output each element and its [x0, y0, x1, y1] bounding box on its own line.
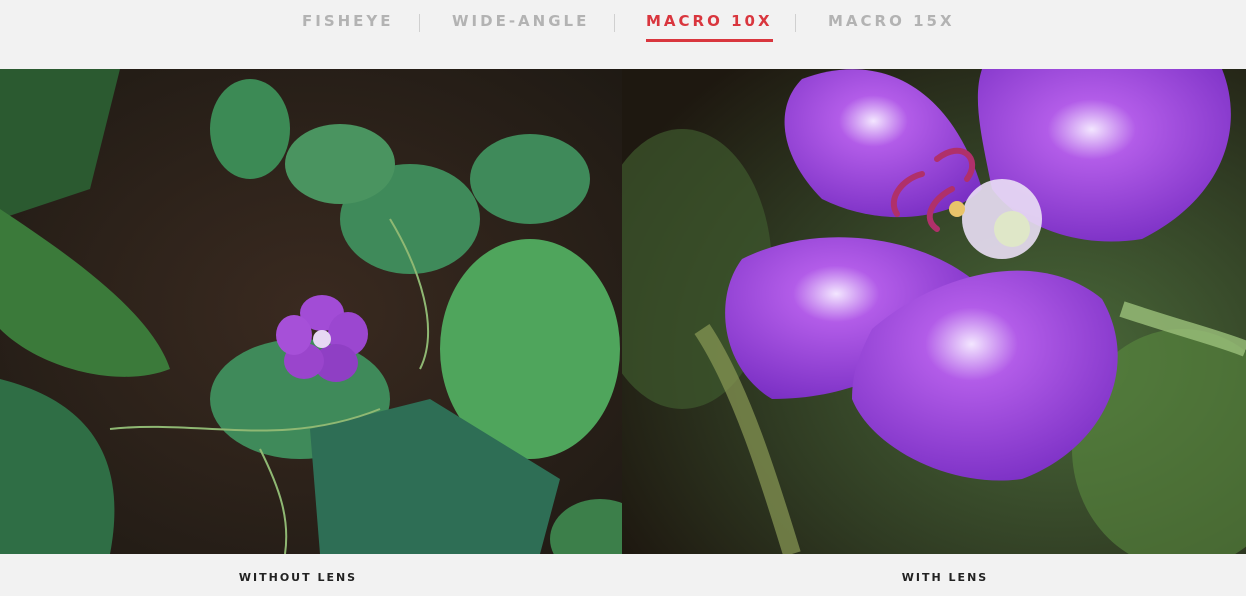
tab-wide-angle[interactable]: WIDE-ANGLE	[452, 12, 589, 40]
caption-with-lens: WITH LENS	[901, 571, 989, 584]
tab-macro-15x[interactable]: MACRO 15X	[828, 12, 955, 40]
photo-without-lens	[0, 69, 622, 554]
tab-divider	[614, 14, 615, 32]
photo-with-lens	[622, 69, 1246, 554]
tab-macro-10x[interactable]: MACRO 10X	[646, 12, 773, 42]
tab-divider	[795, 14, 796, 32]
tab-fisheye[interactable]: FISHEYE	[302, 12, 394, 40]
caption-without-lens: WITHOUT LENS	[238, 571, 358, 584]
lens-tab-bar: FISHEYE WIDE-ANGLE MACRO 10X MACRO 15X	[0, 0, 1246, 68]
tab-divider	[419, 14, 420, 32]
